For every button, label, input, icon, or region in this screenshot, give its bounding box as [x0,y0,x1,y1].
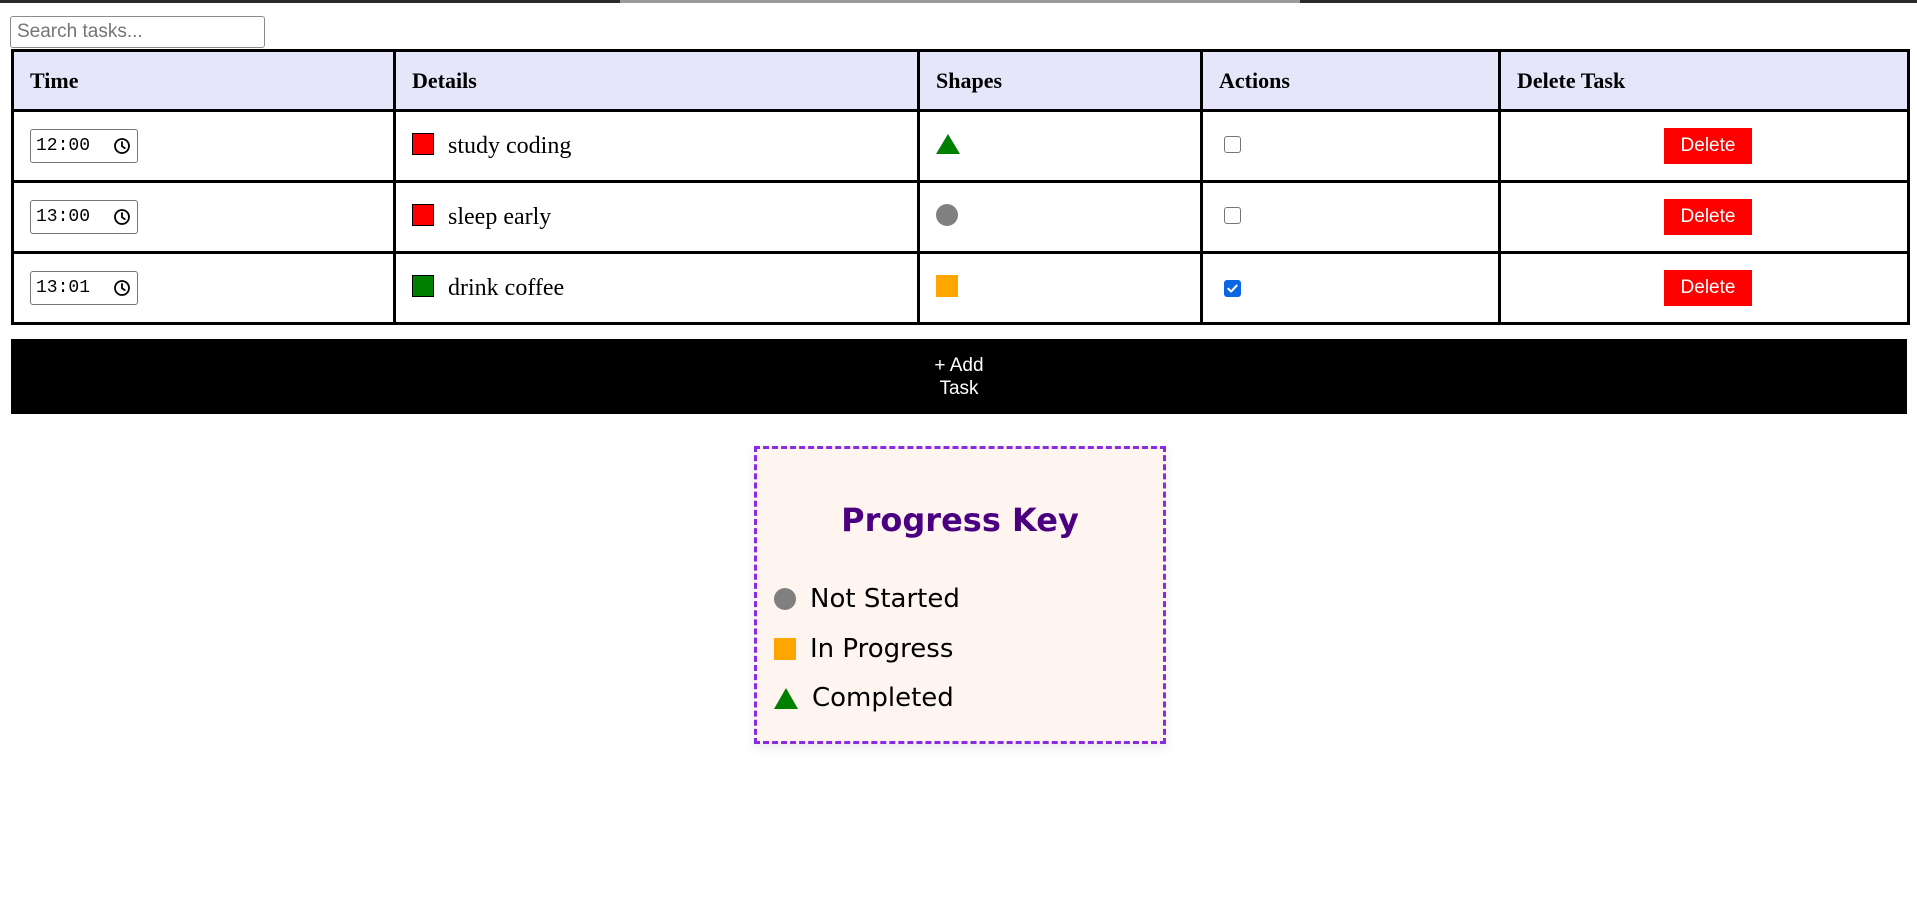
shape-cell [917,180,1203,254]
task-detail-text: sleep early [448,203,552,230]
circle-icon [936,203,958,226]
circle-icon [774,588,796,610]
details-cell: study coding [393,109,920,183]
actions-cell [1200,251,1501,325]
table-row: 13:00 sleep early Delete [11,180,1910,254]
color-swatch[interactable] [412,275,434,298]
time-cell: 13:01 [11,251,396,325]
column-header-actions: Actions [1200,49,1501,112]
actions-cell [1200,109,1501,183]
time-input[interactable]: 12:00 [30,129,138,163]
progress-key-item: Not Started [774,584,960,614]
color-swatch[interactable] [412,133,434,156]
time-cell: 13:00 [11,180,396,254]
progress-key-item: Completed [774,683,954,713]
delete-task-button[interactable]: Delete [1664,128,1752,164]
details-cell: sleep early [393,180,920,254]
task-table-body: 12:00 study coding Delete 13:00 sleep early D… [11,109,1910,325]
color-swatch[interactable] [412,204,434,227]
progress-key-title: Progress Key [841,501,1079,539]
column-header-details: Details [393,49,920,112]
column-header-delete-task: Delete Task [1498,49,1910,112]
add-task-button[interactable]: + Add Task [11,339,1907,414]
column-header-shapes: Shapes [917,49,1203,112]
square-icon [936,274,958,297]
time-cell: 12:00 [11,109,396,183]
progress-key-label: In Progress [810,634,954,664]
delete-cell: Delete [1498,251,1910,325]
table-row: 12:00 study coding Delete [11,109,1910,183]
clock-icon[interactable] [113,279,131,297]
delete-cell: Delete [1498,109,1910,183]
clock-icon[interactable] [113,208,131,226]
actions-cell [1200,180,1501,254]
column-header-time: Time [11,49,396,112]
details-cell: drink coffee [393,251,920,325]
task-complete-checkbox[interactable] [1224,206,1241,224]
time-input[interactable]: 13:00 [30,200,138,234]
task-detail-text: drink coffee [448,274,565,301]
delete-task-button[interactable]: Delete [1664,270,1752,306]
progress-key-item: In Progress [774,634,953,664]
shape-cell [917,109,1203,183]
triangle-icon [774,687,798,709]
search-input[interactable] [10,16,265,48]
delete-task-button[interactable]: Delete [1664,199,1752,235]
time-value: 13:01 [36,278,91,298]
clock-icon[interactable] [113,137,131,155]
time-value: 13:00 [36,207,91,227]
shape-cell [917,251,1203,325]
progress-key-label: Completed [812,683,954,713]
task-table: Time Details Shapes Actions Delete Task … [11,49,1910,325]
table-row: 13:01 drink coffee Delete [11,251,1910,325]
checkmark-icon [1227,284,1238,293]
add-task-label-line2: Task [939,377,979,399]
task-complete-checkbox[interactable] [1224,135,1241,153]
progress-key-label: Not Started [810,584,960,614]
task-complete-checkbox[interactable] [1224,279,1241,297]
progress-key-panel: Progress Key Not Started In Progress Compl… [754,446,1166,744]
task-detail-text: study coding [448,132,572,159]
table-header-row: Time Details Shapes Actions Delete Task [11,49,1910,112]
time-input[interactable]: 13:01 [30,271,138,305]
time-value: 12:00 [36,136,91,156]
window-top-edge-highlight [620,0,1300,3]
delete-cell: Delete [1498,180,1910,254]
square-icon [774,638,796,660]
triangle-icon [936,133,960,154]
add-task-label-line1: + Add [934,354,984,376]
